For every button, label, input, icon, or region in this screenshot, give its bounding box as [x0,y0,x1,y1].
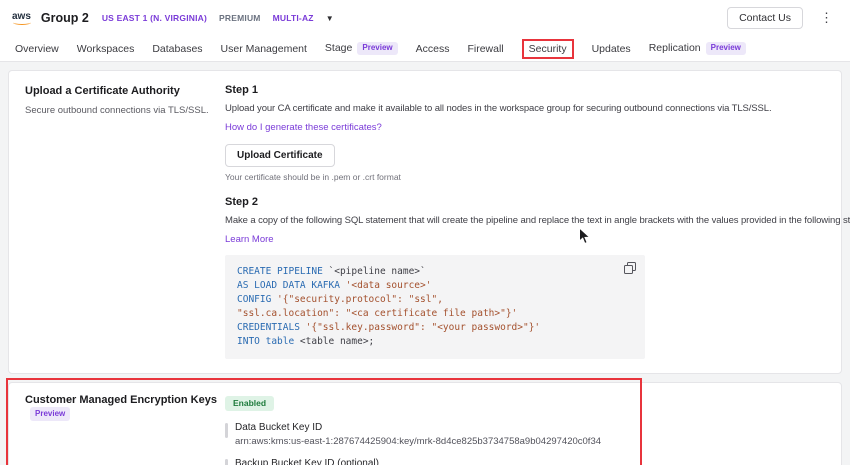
sql-code-block: CREATE PIPELINE `<pipeline name>` AS LOA… [225,255,645,359]
region-badge: US EAST 1 (N. VIRGINIA) [102,13,207,23]
key-icon [225,423,228,438]
code-line: INTO table <table name>; [237,335,633,349]
tab-stage[interactable]: Stage Preview [316,42,407,55]
step2-description: Make a copy of the following SQL stateme… [225,215,825,226]
encryption-card-left: Customer Managed Encryption Keys Preview [25,393,225,465]
tab-label: Replication [649,42,701,54]
step2-heading: Step 2 [225,196,825,208]
tab-firewall[interactable]: Firewall [458,43,512,55]
generate-certificates-link[interactable]: How do I generate these certificates? [225,122,382,133]
step1-description: Upload your CA certificate and make it a… [225,103,825,114]
code-keyword: CREATE PIPELINE [237,266,329,277]
tab-access[interactable]: Access [407,43,459,55]
encryption-keys-card: Customer Managed Encryption Keys Preview… [8,382,842,465]
preview-badge: Preview [706,42,746,55]
encryption-title-row: Customer Managed Encryption Keys Preview [25,393,225,421]
tab-label: Databases [152,43,202,55]
key-info: Data Bucket Key ID arn:aws:kms:us-east-1… [235,422,601,447]
chevron-down-icon[interactable]: ▼ [326,14,334,23]
annotation-highlight-security: Security [522,39,574,59]
tab-replication[interactable]: Replication Preview [640,42,755,55]
group-badges: US EAST 1 (N. VIRGINIA) PREMIUM MULTI-AZ [102,13,314,23]
tab-label: Security [529,43,567,55]
tab-updates[interactable]: Updates [583,43,640,55]
code-string: "ssl.ca.location": "<ca certificate file… [237,308,517,319]
tab-label: Access [416,43,450,55]
page-title: Group 2 [41,11,89,25]
encryption-card-right: Enabled Data Bucket Key ID arn:aws:kms:u… [225,393,825,465]
encryption-section-title: Customer Managed Encryption Keys [25,393,217,407]
code-line: CREATE PIPELINE `<pipeline name>` [237,265,633,279]
workspace-group-page: aws Group 2 US EAST 1 (N. VIRGINIA) PREM… [0,0,850,465]
top-bar-left: aws Group 2 US EAST 1 (N. VIRGINIA) PREM… [12,11,334,25]
key-value: arn:aws:kms:us-east-1:287674425904:key/m… [235,436,601,447]
tab-bar: Overview Workspaces Databases User Manag… [0,36,850,62]
kebab-menu-icon[interactable]: ⋮ [815,10,838,26]
tab-security[interactable]: Security [513,39,583,59]
code-text: <table name>; [300,336,374,347]
tab-user-management[interactable]: User Management [212,43,316,55]
top-bar: aws Group 2 US EAST 1 (N. VIRGINIA) PREM… [0,0,850,36]
step1-heading: Step 1 [225,84,825,96]
tab-workspaces[interactable]: Workspaces [68,43,144,55]
code-line: CONFIG '{"security.protocol": "ssl", [237,293,633,307]
tab-label: Overview [15,43,59,55]
code-line: CREDENTIALS '{"ssl.key.password": "<your… [237,321,633,335]
key-info: Backup Bucket Key ID (optional) arn:aws:… [235,458,598,465]
certificate-format-hint: Your certificate should be in .pem or .c… [225,172,825,182]
code-string: '{"security.protocol": "ssl", [277,294,443,305]
certificate-card-right: Step 1 Upload your CA certificate and ma… [225,84,825,359]
tab-label: User Management [221,43,307,55]
certificate-authority-card: Upload a Certificate Authority Secure ou… [8,70,842,374]
aws-logo-icon: aws [12,12,31,25]
code-keyword: INTO table [237,336,300,347]
contact-us-button[interactable]: Contact Us [727,7,803,29]
code-line: "ssl.ca.location": "<ca certificate file… [237,307,633,321]
certificate-section-title: Upload a Certificate Authority [25,84,225,98]
code-string: '{"ssl.key.password": "<your password>"}… [306,322,541,333]
top-bar-right: Contact Us ⋮ [727,7,838,29]
tab-label: Updates [592,43,631,55]
backup-bucket-key-row: Backup Bucket Key ID (optional) arn:aws:… [225,458,825,465]
learn-more-link[interactable]: Learn More [225,234,274,245]
tab-overview[interactable]: Overview [6,43,68,55]
upload-certificate-button[interactable]: Upload Certificate [225,144,335,167]
code-keyword: CREDENTIALS [237,322,306,333]
data-bucket-key-row: Data Bucket Key ID arn:aws:kms:us-east-1… [225,422,825,447]
tab-label: Stage [325,42,352,54]
premium-badge: PREMIUM [219,13,261,23]
code-keyword: AS LOAD DATA KAFKA [237,280,346,291]
certificate-section-subtitle: Secure outbound connections via TLS/SSL. [25,105,225,116]
certificate-card-left: Upload a Certificate Authority Secure ou… [25,84,225,359]
tab-label: Workspaces [77,43,135,55]
key-label: Data Bucket Key ID [235,422,601,433]
tab-label: Firewall [467,43,503,55]
code-keyword: CONFIG [237,294,277,305]
key-icon [225,459,228,465]
code-string: '<data source>' [346,280,432,291]
status-badge-enabled: Enabled [225,396,274,411]
preview-badge: Preview [30,407,70,420]
preview-badge: Preview [357,42,397,55]
tab-databases[interactable]: Databases [143,43,211,55]
code-text: `<pipeline name>` [329,266,426,277]
multi-az-badge: MULTI-AZ [273,13,314,23]
copy-icon[interactable] [624,262,636,279]
key-label: Backup Bucket Key ID (optional) [235,458,598,465]
code-line: AS LOAD DATA KAFKA '<data source>' [237,279,633,293]
